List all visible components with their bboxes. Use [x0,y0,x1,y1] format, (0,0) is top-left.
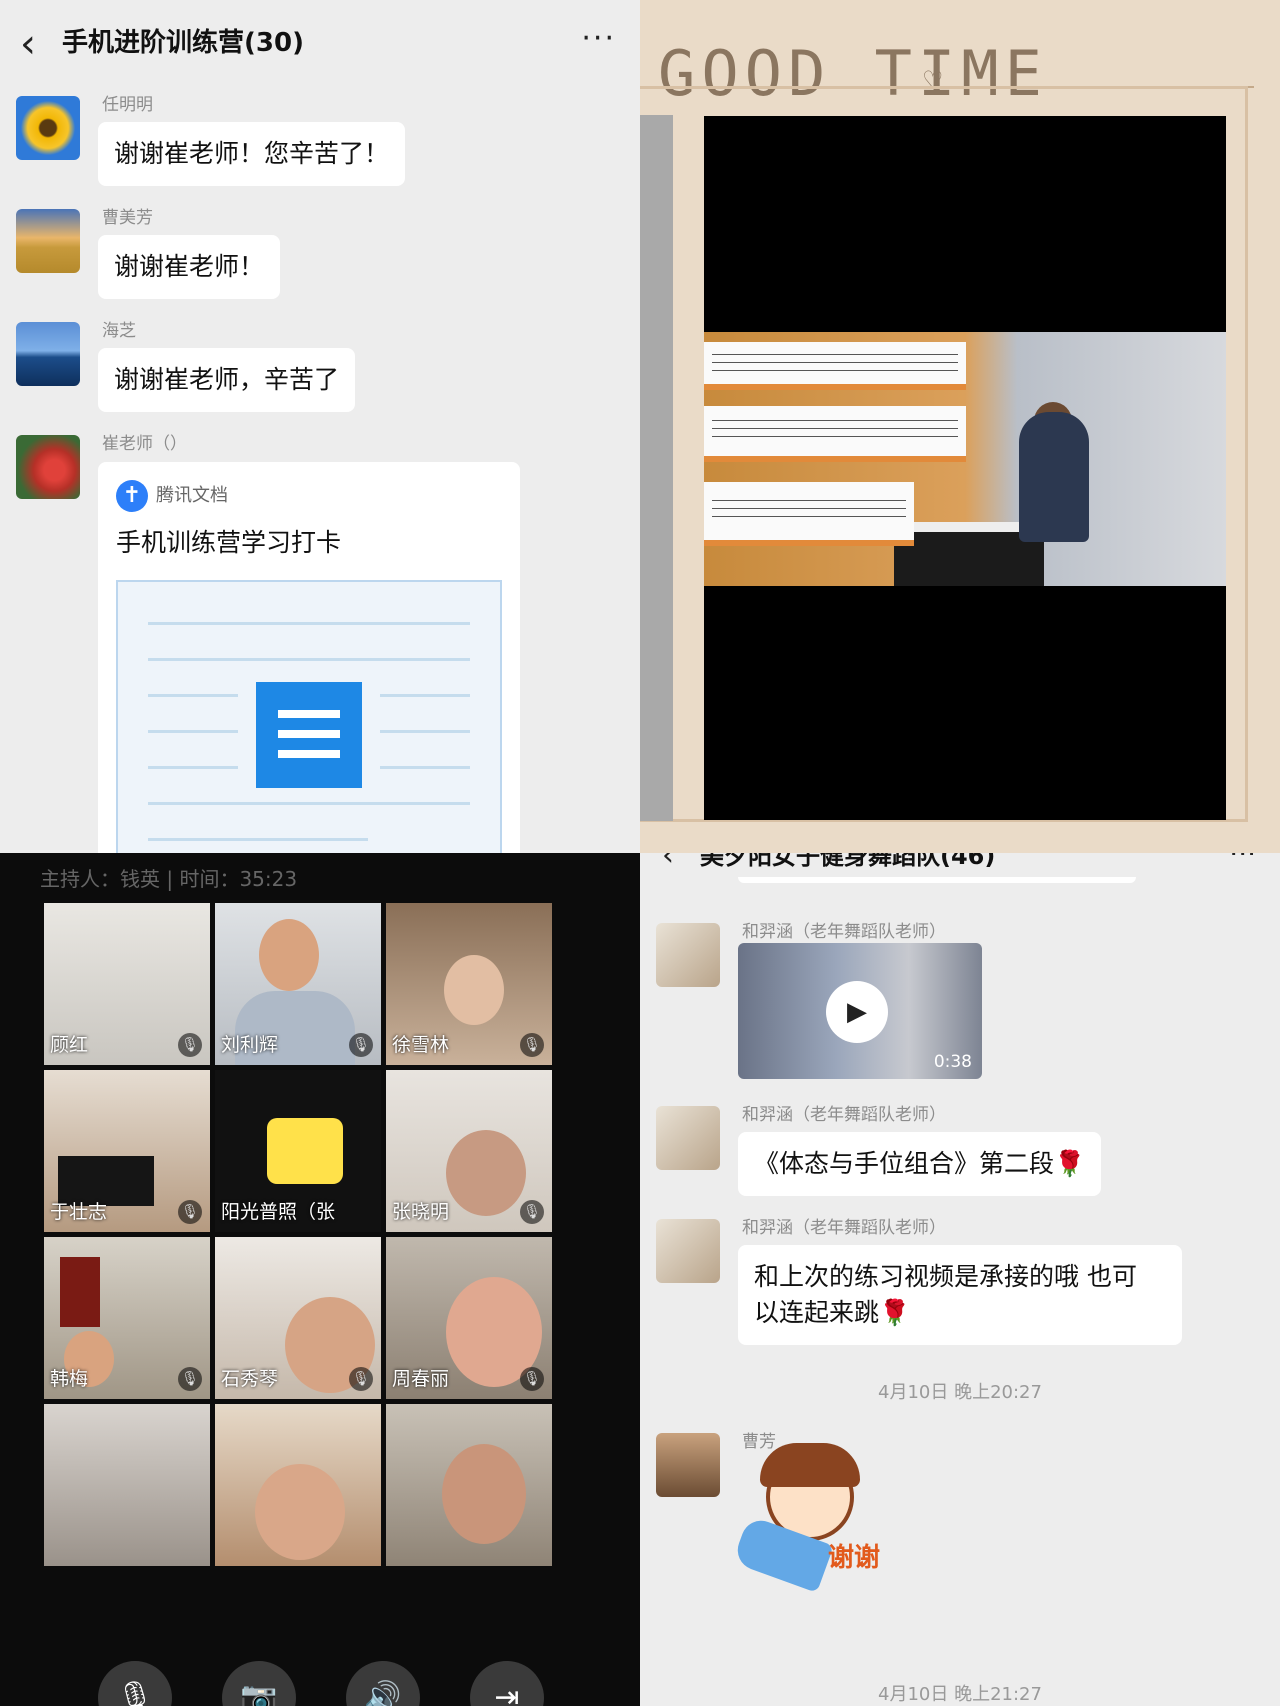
participant-tile[interactable]: 石秀琴 🎙 [215,1237,381,1399]
participant-name: 顾红 [50,1034,89,1056]
participant-name: 石秀琴 [221,1368,279,1390]
mic-muted-icon: 🎙 [349,1033,373,1057]
message-bubble[interactable]: 和上次的练习视频是承接的哦 也可 以连起来跳🌹 [738,1245,1182,1345]
avatar-sunflower[interactable] [16,96,80,160]
participant-name: 徐雪林 [392,1034,450,1056]
share-icon: ⇥ [494,1680,520,1706]
sticker-hair [760,1443,860,1487]
message-line: 和上次的练习视频是承接的哦 也可 [754,1262,1137,1291]
chat-header: ‹ 美夕阳女子健身舞蹈队(46) ··· [640,853,1280,875]
participant-name: 周春丽 [392,1368,450,1390]
participant-tile[interactable]: 韩梅 🎙 [44,1237,210,1399]
thank-you-sticker[interactable]: 谢谢 [732,1433,912,1613]
participant-face [442,1444,526,1544]
avatar-sea[interactable] [16,322,80,386]
message-bubble[interactable]: 谢谢崔老师！ [98,235,281,299]
sheet-music-line [704,482,914,546]
mic-muted-icon: 🎙 [349,1367,373,1391]
participant-tile[interactable] [215,1404,381,1566]
participant-tile[interactable]: 周春丽 🎙 [386,1237,552,1399]
timestamp: 4月10日 晚上20:27 [878,1382,1042,1403]
mic-muted-icon: 🎙 [178,1033,202,1057]
participant-tile[interactable]: 于壮志 🎙 [44,1070,210,1232]
frame-side-panel [640,115,673,821]
participant-grid: 顾红 🎙 刘利辉 🎙 徐雪林 🎙 于壮志 🎙 阳光普照（张 张晓明 🎙 韩梅 🎙 石秀琴 🎙 … [44,903,552,1566]
tencent-doc-card[interactable]: ✝ 腾讯文档 手机训练营学习打卡 [98,462,520,853]
participant-name: 于壮志 [50,1201,108,1223]
piano-video[interactable] [704,116,1226,820]
sender-name: 崔老师（） [102,434,187,454]
document-preview [116,580,502,853]
card-title: 手机训练营学习打卡 [116,528,342,557]
chat-screen-training-camp: ‹ 手机进阶训练营(30) ··· 任明明 谢谢崔老师！您辛苦了！ 曹美芳 谢谢… [0,0,640,853]
avatar-wheatfield[interactable] [16,209,80,273]
more-icon[interactable]: ··· [1229,853,1256,871]
mic-muted-icon: 🎙 [178,1200,202,1224]
video-conference-screen: 主持人：钱英 | 时间：35:23 顾红 🎙 刘利辉 🎙 徐雪林 🎙 于壮志 🎙 阳光普… [0,853,640,1706]
mic-muted-icon: 🎙 [520,1367,544,1391]
sender-name: 曹美芳 [102,208,153,228]
participant-tile[interactable]: 顾红 🎙 [44,903,210,1065]
tencent-docs-logo-icon: ✝ [116,480,148,512]
sticker-text: 谢谢 [828,1543,881,1573]
participant-name: 韩梅 [50,1368,89,1390]
more-icon[interactable]: ··· [581,22,616,56]
message-bubble[interactable]: 谢谢崔老师！您辛苦了！ [98,122,406,186]
pianist [1019,412,1089,542]
mic-muted-icon: 🎙 [520,1033,544,1057]
participant-face [255,1464,345,1560]
participant-tile[interactable] [44,1404,210,1566]
message-bubble[interactable]: 《体态与手位组合》第二段🌹 [738,1132,1102,1196]
participant-tile[interactable]: 张晓明 🎙 [386,1070,552,1232]
timestamp: 4月10日 晚上21:27 [878,1684,1042,1705]
back-arrow-icon[interactable]: ‹ [20,24,36,64]
avatar-teacher[interactable] [656,923,720,987]
avatar-teacher[interactable] [656,1219,720,1283]
chat-screen-dance-team: ‹ 美夕阳女子健身舞蹈队(46) ··· 和羿涵（老年舞蹈队老师） ▶ 0:38… [640,853,1280,1706]
profile-sun-icon [267,1118,343,1184]
back-arrow-icon[interactable]: ‹ [662,853,674,873]
message-bubble[interactable]: 谢谢崔老师，辛苦了 [98,348,356,412]
sender-name: 和羿涵（老年舞蹈队老师） [742,922,946,942]
tv-set [58,1156,154,1206]
participant-tile[interactable]: 阳光普照（张 [215,1070,381,1232]
video-duration: 0:38 [933,1052,972,1072]
mic-muted-icon: 🎙 [178,1367,202,1391]
participant-tile[interactable] [386,1404,552,1566]
card-brand: 腾讯文档 [156,485,228,506]
sender-name: 和羿涵（老年舞蹈队老师） [742,1105,946,1125]
avatar-flowers[interactable] [16,435,80,499]
sender-name: 任明明 [102,95,153,115]
sheet-music-line [704,406,966,462]
piano-lesson-video-frame: GOOD TIME ♡ [640,0,1280,853]
message-line: 以连起来跳🌹 [754,1298,911,1327]
mic-off-icon: 🎙 [115,1680,155,1706]
document-icon [256,682,362,788]
chat-title: 美夕阳女子健身舞蹈队(46) [700,853,996,870]
camera-off-icon: 📷 [240,1680,278,1706]
chat-header: ‹ 手机进阶训练营(30) ··· [0,0,640,86]
speaker-icon: 🔊 [364,1680,402,1706]
chat-title: 手机进阶训练营(30) [62,28,304,58]
participant-tile[interactable]: 刘利辉 🎙 [215,903,381,1065]
participant-face [446,1130,526,1216]
sheet-music-line [704,342,966,390]
participant-name: 阳光普照（张 [221,1201,336,1223]
previous-bubble-edge [738,877,1136,883]
video-message[interactable]: ▶ 0:38 [738,943,982,1079]
participant-face [444,955,504,1025]
meeting-host-info: 主持人：钱英 | 时间：35:23 [40,867,298,891]
participant-name: 张晓明 [392,1201,450,1223]
participant-face [259,919,319,991]
participant-name: 刘利辉 [221,1034,279,1056]
play-icon[interactable]: ▶ [826,981,888,1043]
wall-scroll [60,1257,100,1327]
avatar-caofang[interactable] [656,1433,720,1497]
sender-name: 和羿涵（老年舞蹈队老师） [742,1218,946,1238]
participant-tile[interactable]: 徐雪林 🎙 [386,903,552,1065]
avatar-teacher[interactable] [656,1106,720,1170]
sender-name: 海芝 [102,321,136,341]
mic-muted-icon: 🎙 [520,1200,544,1224]
